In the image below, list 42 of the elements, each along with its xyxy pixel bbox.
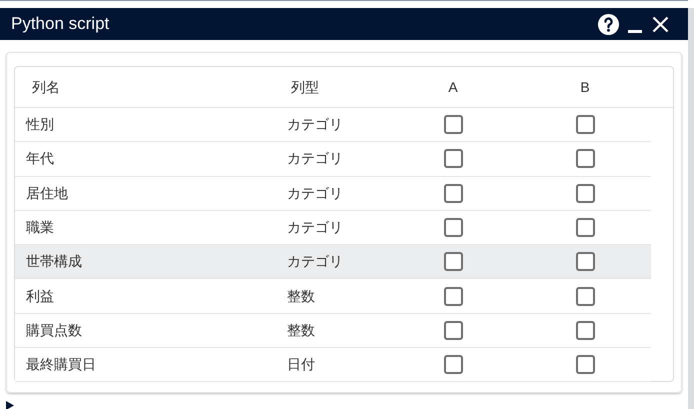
checkbox[interactable] bbox=[576, 184, 594, 203]
checkbox[interactable] bbox=[576, 252, 594, 272]
table-cell: 世帯構成 bbox=[26, 253, 82, 270]
table-cell: 利益 bbox=[26, 288, 54, 304]
table-cell: 居住地 bbox=[26, 184, 68, 201]
table-row[interactable]: 居住地 カテゴリ bbox=[15, 176, 651, 211]
checkbox[interactable] bbox=[444, 252, 462, 272]
checkbox[interactable] bbox=[444, 115, 462, 134]
checkbox[interactable] bbox=[576, 149, 594, 168]
table-cell: カテゴリ bbox=[287, 219, 343, 236]
checkbox[interactable] bbox=[576, 320, 594, 340]
checkbox[interactable] bbox=[576, 286, 594, 306]
table-cell: カテゴリ bbox=[287, 116, 343, 132]
checkbox[interactable] bbox=[444, 320, 462, 340]
table-cell: 性別 bbox=[26, 116, 54, 132]
help-icon[interactable] bbox=[597, 12, 620, 36]
column-header: 列名 bbox=[32, 78, 60, 96]
checkbox[interactable] bbox=[576, 218, 594, 238]
close-icon[interactable] bbox=[652, 16, 669, 32]
checkbox[interactable] bbox=[576, 115, 594, 134]
column-header: 列型 bbox=[291, 78, 319, 96]
table-row[interactable]: 世帯構成 カテゴリ bbox=[15, 245, 651, 280]
checkbox[interactable] bbox=[444, 184, 462, 203]
table-cell: カテゴリ bbox=[287, 253, 343, 270]
table-cell: 年代 bbox=[26, 150, 54, 166]
table-cell: 職業 bbox=[26, 219, 54, 236]
table-cell: カテゴリ bbox=[287, 150, 343, 166]
table-cell: 日付 bbox=[287, 356, 315, 372]
table-cell: 整数 bbox=[287, 288, 315, 304]
window-title: Python script bbox=[11, 13, 110, 36]
column-header: A bbox=[448, 78, 458, 96]
table-cell: カテゴリ bbox=[287, 184, 343, 201]
checkbox[interactable] bbox=[444, 218, 462, 238]
checkbox[interactable] bbox=[444, 149, 462, 168]
checkbox[interactable] bbox=[576, 355, 594, 374]
column-header: B bbox=[580, 78, 590, 96]
table-cell: 整数 bbox=[287, 322, 315, 338]
checkbox[interactable] bbox=[444, 355, 462, 374]
triangle-icon[interactable] bbox=[6, 401, 14, 409]
checkbox[interactable] bbox=[444, 286, 462, 306]
table-cell: 購買点数 bbox=[26, 322, 82, 338]
table-cell: 最終購買日 bbox=[26, 356, 96, 372]
